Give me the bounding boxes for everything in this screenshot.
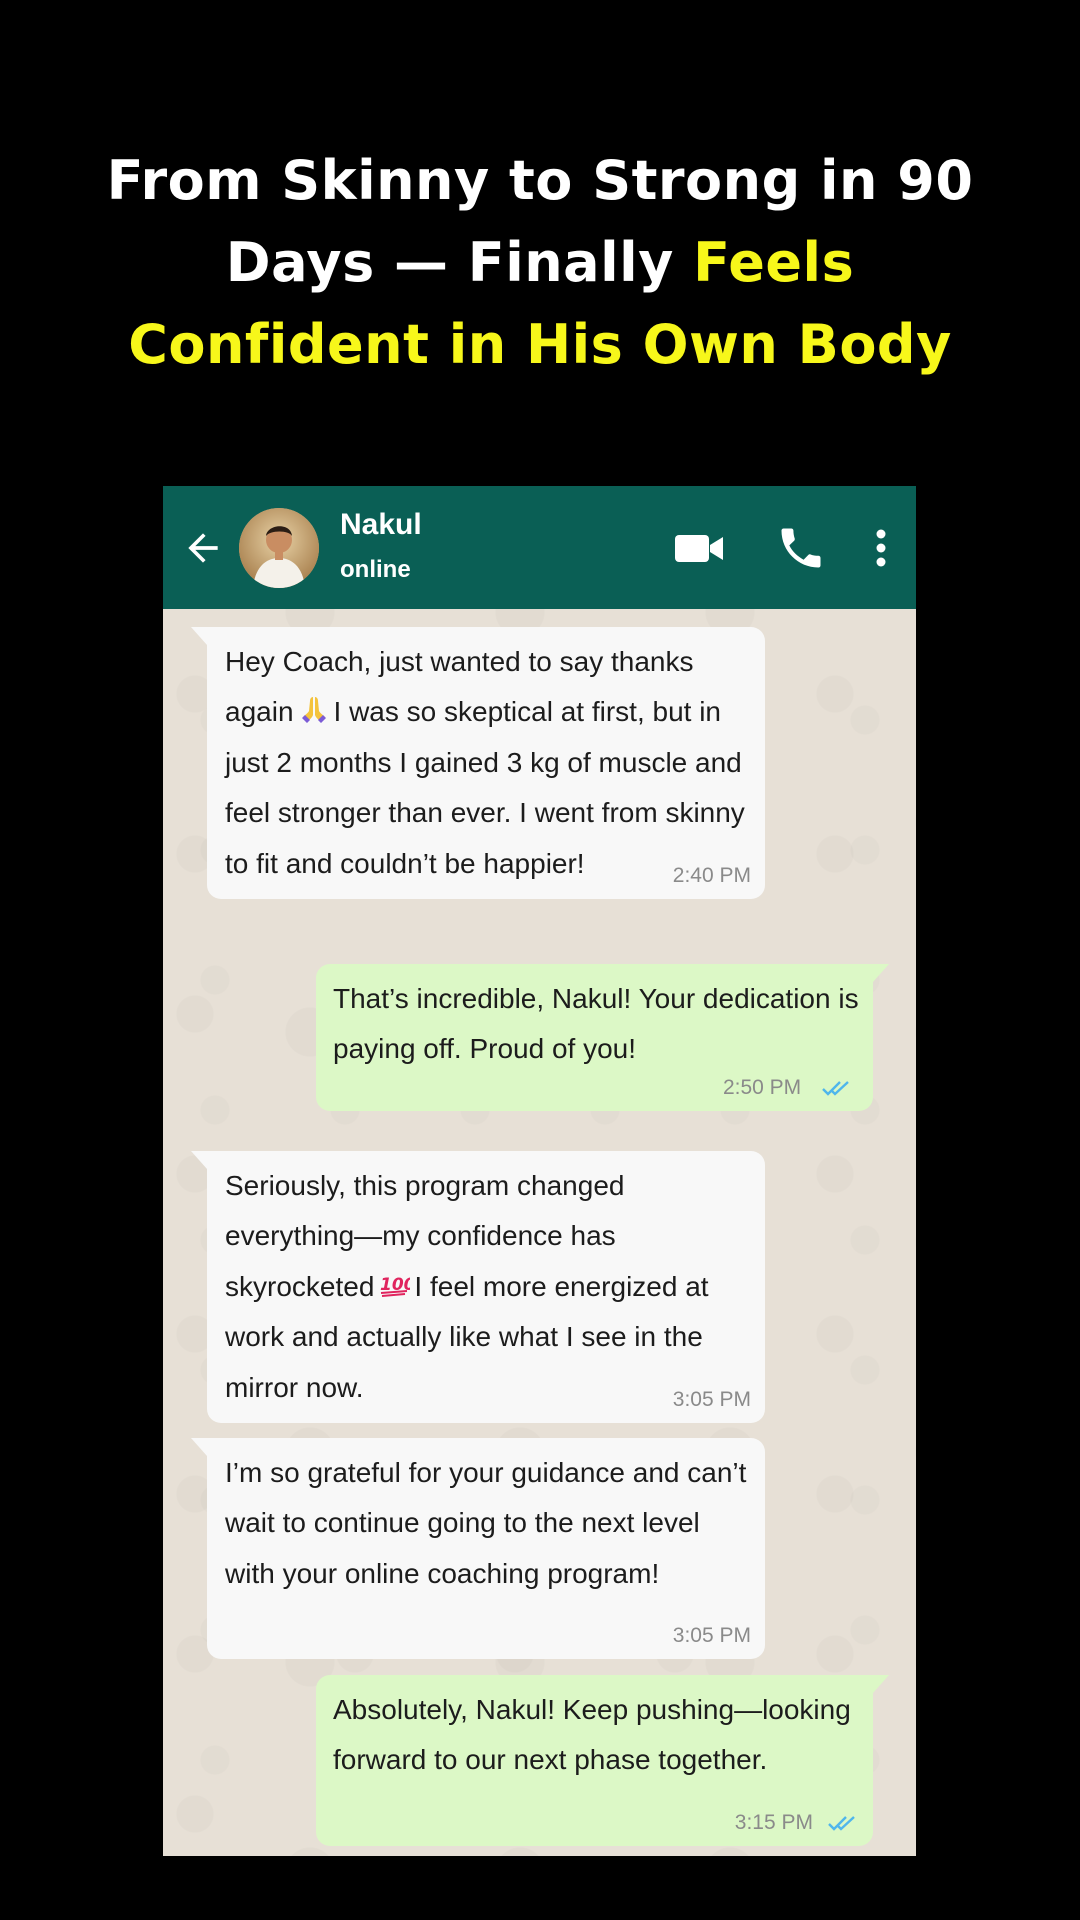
message-text: I’m so grateful for your guidance and ca… [225,1457,747,1589]
incoming-message[interactable]: Hey Coach, just wanted to say thanks aga… [191,627,765,899]
headline-line-2-white: Days — Finally [225,231,694,294]
avatar[interactable] [239,508,319,588]
message-text: Absolutely, Nakul! Keep pushing—looking … [333,1694,851,1776]
message-text: That’s incredible, Nakul! Your dedicatio… [333,983,859,1065]
headline-line-3: Confident in His Own Body [128,313,952,376]
folded-hands-emoji [301,697,326,724]
double-check-icon [828,1816,855,1831]
video-camera-icon[interactable] [673,522,725,574]
message-meta: 2:50 PM [333,1073,859,1103]
message-time: 3:05 PM [672,1387,751,1411]
message-time: 3:15 PM [734,1810,813,1834]
message-meta: 3:15 PM [735,1808,859,1838]
headline-line-2-highlight: Feels [693,231,855,294]
incoming-message[interactable]: I’m so grateful for your guidance and ca… [191,1438,765,1660]
message-text: Seriously, this program changed everythi… [225,1170,709,1403]
headline: From Skinny to Strong in 90 Days — Final… [0,140,1080,386]
contact-name[interactable]: Nakul [340,508,422,542]
headline-line-1: From Skinny to Strong in 90 [106,149,974,212]
contact-status: online [340,556,411,583]
headline-line-2: Days — Finally Feels [0,222,1080,304]
avatar-photo [239,508,319,588]
message-time: 3:05 PM [672,1624,751,1648]
more-vertical-icon[interactable] [866,522,896,574]
outgoing-message[interactable]: Absolutely, Nakul! Keep pushing—looking … [316,1675,889,1846]
outgoing-message[interactable]: That’s incredible, Nakul! Your dedicatio… [316,964,889,1111]
phone-icon[interactable] [775,522,827,574]
hundred-points-emoji: 100 [380,1275,410,1297]
message-time: 2:50 PM [722,1075,802,1099]
arrow-left-icon[interactable] [181,526,225,570]
message-text: Hey Coach, just wanted to say thanks aga… [225,646,745,879]
incoming-message[interactable]: Seriously, this program changed everythi… [191,1151,765,1423]
double-check-icon [822,1081,849,1096]
message-time: 2:40 PM [672,863,751,887]
chat-screen: Nakul online Hey Coach, just wanted to s… [163,486,916,1856]
chat-header: Nakul online [163,486,916,609]
